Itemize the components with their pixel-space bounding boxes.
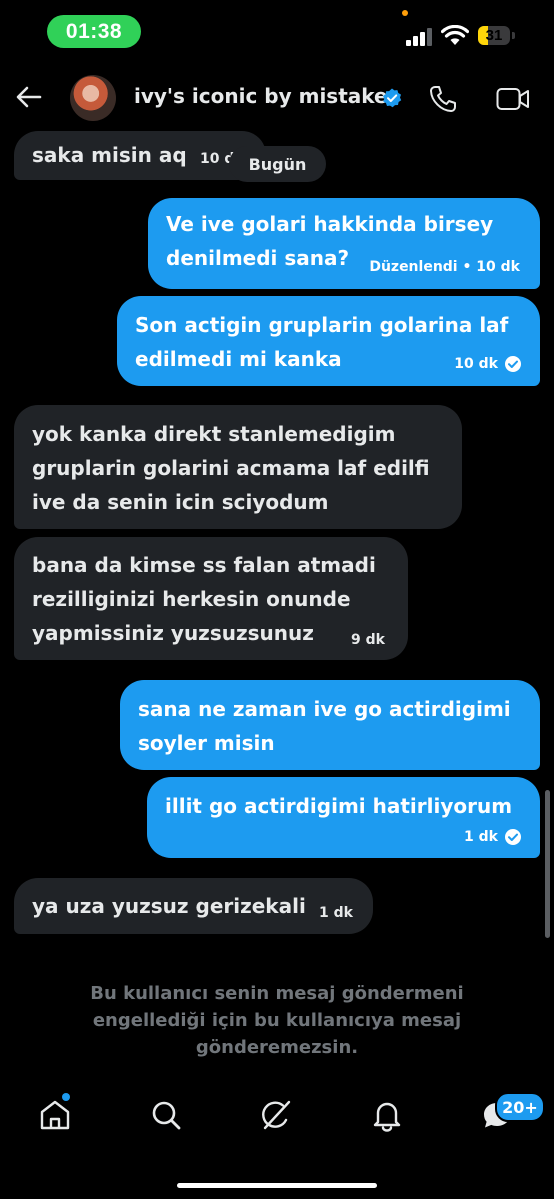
message-time: Düzenlendi • 10 dk	[369, 259, 520, 275]
blocked-notice-line: Bu kullanıcı senin mesaj göndermeni	[90, 983, 464, 1004]
message-received[interactable]: ya uza yuzsuz gerizekali 1 dk	[14, 878, 373, 934]
notifications-icon[interactable]	[370, 1098, 404, 1132]
blocked-notice-line: engellediği için bu kullanıcıya mesaj	[92, 1010, 462, 1031]
conversation-header: ivy's iconic by mistake	[0, 70, 554, 126]
home-indicator[interactable]	[177, 1183, 377, 1188]
message-received[interactable]: bana da kimse ss falan atmadi rezilligin…	[14, 537, 408, 660]
grok-icon[interactable]	[259, 1098, 293, 1132]
home-unread-dot	[62, 1093, 70, 1101]
message-text-line: ive da senin icin sciyodum	[32, 490, 329, 514]
messages-badge: 20+	[495, 1092, 545, 1122]
message-time: 1 dk	[464, 829, 498, 845]
message-text: saka misin aq	[32, 143, 187, 167]
message-received[interactable]: saka misin aq 10 d	[14, 131, 266, 180]
message-text-line: sana ne zaman ive go actirdigimi	[138, 697, 511, 721]
message-text-line: soyler misin	[138, 731, 275, 755]
wifi-icon	[441, 25, 469, 45]
message-text-line: Ve ive golari hakkinda birsey	[166, 212, 494, 236]
status-time: 01:38	[47, 15, 141, 48]
verified-badge-icon	[383, 88, 402, 108]
message-time: 10 dk	[454, 356, 498, 372]
back-arrow-icon[interactable]	[14, 82, 44, 112]
message-text-line: Son actigin gruplarin golarina laf	[135, 313, 509, 337]
message-text: ya uza yuzsuz gerizekali	[32, 894, 306, 918]
avatar[interactable]	[70, 75, 116, 121]
message-status: 1 dk	[464, 828, 522, 846]
message-text-line: gruplarin golarini acmama laf edilfi	[32, 456, 430, 480]
search-icon[interactable]	[149, 1098, 183, 1132]
scrollbar[interactable]	[545, 790, 550, 938]
message-text-line: yapmissiniz yuzsuzsunuz	[32, 621, 314, 645]
blocked-notice: Bu kullanıcı senin mesaj göndermeni enge…	[60, 980, 494, 1061]
status-bar: 01:38 31	[0, 0, 554, 70]
message-sent[interactable]: Son actigin gruplarin golarina laf edilm…	[117, 296, 540, 386]
message-sent[interactable]: sana ne zaman ive go actirdigimi soyler …	[120, 680, 540, 770]
day-divider: Bugün	[229, 146, 326, 182]
message-time: 1 dk	[319, 905, 353, 921]
message-time: 9 dk	[351, 632, 385, 648]
privacy-indicator-dot	[402, 10, 408, 16]
message-received[interactable]: yok kanka direkt stanlemedigim gruplarin…	[14, 405, 462, 529]
video-camera-icon[interactable]	[496, 86, 530, 112]
message-text-line: bana da kimse ss falan atmadi	[32, 553, 376, 577]
battery-icon: 31	[478, 26, 516, 47]
conversation-title[interactable]: ivy's iconic by mistake	[134, 84, 388, 108]
read-check-icon	[505, 356, 521, 372]
message-text-line: yok kanka direkt stanlemedigim	[32, 422, 396, 446]
home-icon[interactable]	[38, 1098, 72, 1132]
battery-level: 31	[485, 27, 503, 44]
message-text-line: illit go actirdigimi hatirliyorum	[165, 794, 513, 818]
message-sent[interactable]: Ve ive golari hakkinda birsey denilmedi …	[148, 198, 540, 289]
cellular-signal-icon	[406, 28, 432, 46]
blocked-notice-line: gönderemezsin.	[195, 1037, 359, 1058]
message-status: 10 dk	[454, 355, 522, 373]
message-text-line: rezilliginizi herkesin onunde	[32, 587, 351, 611]
read-check-icon	[505, 829, 521, 845]
bottom-nav	[0, 1080, 554, 1150]
message-sent[interactable]: illit go actirdigimi hatirliyorum 1 dk	[147, 777, 540, 858]
phone-icon[interactable]	[428, 84, 458, 114]
